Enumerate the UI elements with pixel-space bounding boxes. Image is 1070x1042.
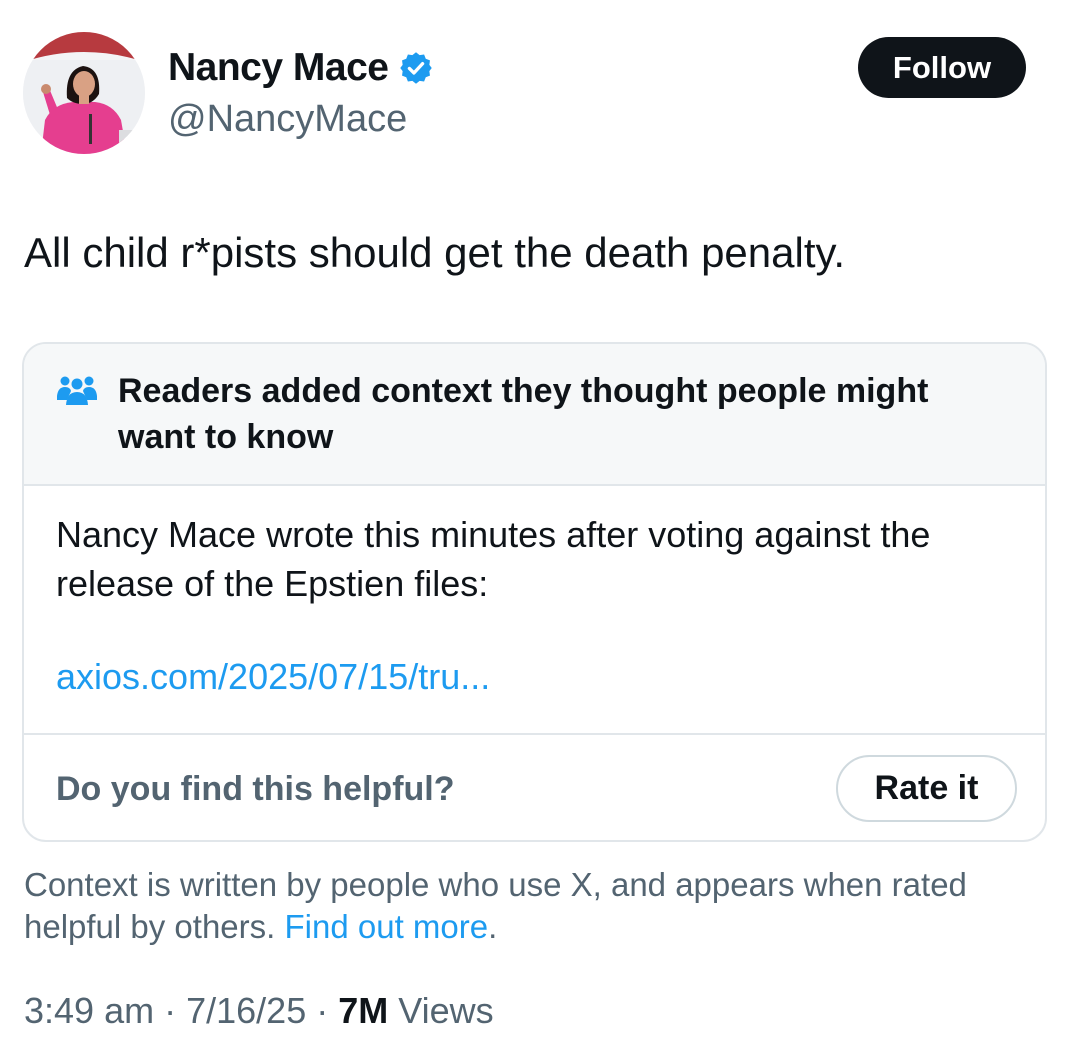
author-name-row: Nancy Mace [168, 44, 434, 92]
community-note-body: Nancy Mace wrote this minutes after voti… [56, 514, 931, 604]
helpful-question: Do you find this helpful? [56, 770, 455, 808]
views-label: Views [398, 990, 494, 1031]
community-note-source-link[interactable]: axios.com/2025/07/15/tru... [56, 656, 490, 698]
author-name[interactable]: Nancy Mace [168, 46, 389, 90]
meta-separator: · [316, 990, 329, 1031]
community-note-title: Readers added context they thought peopl… [118, 372, 929, 456]
community-note-header: Readers added context they thought peopl… [24, 344, 1045, 486]
find-out-more-link[interactable]: Find out more [285, 908, 489, 945]
community-note-card: Readers added context they thought peopl… [22, 342, 1047, 842]
divider [24, 733, 1045, 735]
avatar[interactable] [23, 32, 145, 154]
follow-button[interactable]: Follow [858, 37, 1026, 98]
context-footer: Context is written by people who use X, … [24, 864, 1024, 948]
verified-badge-icon [400, 52, 433, 84]
views-count[interactable]: 7M [338, 990, 388, 1031]
tweet-time[interactable]: 3:49 am [24, 990, 154, 1031]
rate-it-button[interactable]: Rate it [836, 755, 1017, 822]
author-handle[interactable]: @NancyMace [168, 98, 407, 141]
context-footer-period: . [488, 908, 498, 945]
profile-photo [23, 32, 145, 154]
tweet-text: All child r*pists should get the death p… [24, 229, 846, 276]
meta-separator: · [164, 990, 177, 1031]
tweet-date[interactable]: 7/16/25 [186, 990, 306, 1031]
tweet-meta: 3:49 am · 7/16/25 · 7M Views [24, 990, 494, 1032]
people-icon [57, 376, 97, 405]
